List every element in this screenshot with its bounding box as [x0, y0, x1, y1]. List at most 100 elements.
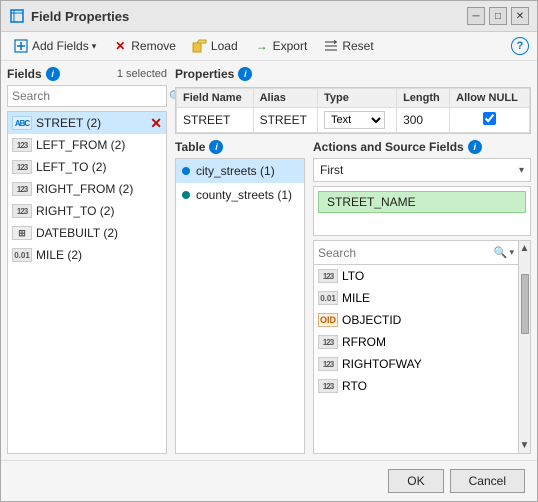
load-label: Load	[211, 39, 238, 53]
source-inner: 🔍 ▾ 123 LTO 0.01 MILE	[314, 241, 518, 453]
table-county-streets: county_streets (1)	[196, 188, 292, 202]
source-search-dropdown[interactable]: ▾	[509, 247, 514, 258]
remove-button[interactable]: ✕ Remove	[108, 36, 180, 56]
export-label: Export	[273, 39, 308, 53]
dropdown-arrow-icon: ▾	[519, 165, 524, 176]
props-alias: STREET	[253, 108, 317, 133]
source-item-rto[interactable]: 123 RTO	[314, 375, 518, 397]
source-name-rto: RTO	[342, 379, 367, 393]
reset-icon	[323, 38, 339, 54]
scrollbar-thumb[interactable]	[521, 274, 529, 334]
table-item-city-streets[interactable]: city_streets (1)	[176, 159, 304, 183]
source-name-mile: MILE	[342, 291, 370, 305]
source-item-mile[interactable]: 0.01 MILE	[314, 287, 518, 309]
field-item-left-to[interactable]: 123 LEFT_TO (2)	[8, 156, 166, 178]
col-alias: Alias	[253, 89, 317, 108]
scrollbar[interactable]: ▲ ▼	[518, 241, 530, 453]
field-name-mile: MILE (2)	[36, 248, 162, 262]
source-type-decimal: 0.01	[318, 291, 338, 305]
ok-button[interactable]: OK	[388, 469, 443, 493]
field-name-right-from: RIGHT_FROM (2)	[36, 182, 162, 196]
source-search-input[interactable]	[318, 246, 492, 260]
field-item-right-from[interactable]: 123 RIGHT_FROM (2)	[8, 178, 166, 200]
field-item-mile[interactable]: 0.01 MILE (2)	[8, 244, 166, 266]
source-name-lto: LTO	[342, 269, 364, 283]
field-type-decimal-icon: 0.01	[12, 248, 32, 262]
fields-search-input[interactable]	[12, 89, 167, 103]
field-name-left-from: LEFT_FROM (2)	[36, 138, 162, 152]
field-remove-street[interactable]: ✕	[150, 115, 162, 132]
selected-badge: 1 selected	[117, 68, 167, 80]
source-item-objectid[interactable]: OID OBJECTID	[314, 309, 518, 331]
source-item-rightofway[interactable]: 123 RIGHTOFWAY	[314, 353, 518, 375]
main-content: Fields i 1 selected 🔍 ▾ ABC STREET (2) ✕	[1, 61, 537, 460]
cancel-button[interactable]: Cancel	[450, 469, 525, 493]
actions-info-icon: i	[468, 140, 482, 154]
source-type-rto: 123	[318, 379, 338, 393]
properties-table-section: Field Name Alias Type Length Allow NULL …	[175, 87, 531, 134]
props-row: STREET STREET Text Integer Float Date	[177, 108, 530, 133]
dialog-icon	[9, 8, 25, 24]
fields-search-box: 🔍 ▾	[7, 85, 167, 107]
actions-panel: Actions and Source Fields i First ▾ STRE…	[313, 140, 531, 454]
table-header: Table i	[175, 140, 305, 154]
add-fields-label: Add Fields	[32, 39, 89, 53]
help-button[interactable]: ?	[511, 37, 529, 55]
dot-teal-icon	[182, 191, 190, 199]
source-field-chip[interactable]: STREET_NAME	[318, 191, 526, 213]
right-panel: Properties i Field Name Alias Type Lengt…	[175, 67, 531, 454]
actions-header: Actions and Source Fields i	[313, 140, 531, 154]
source-name-rightofway: RIGHTOFWAY	[342, 357, 422, 371]
table-list: city_streets (1) county_streets (1)	[175, 158, 305, 454]
props-type: Text Integer Float Date	[318, 108, 397, 133]
source-search-list: 🔍 ▾ 123 LTO 0.01 MILE	[313, 240, 531, 454]
dialog-title: Field Properties	[31, 9, 129, 24]
table-label: Table	[175, 140, 205, 154]
close-button[interactable]: ✕	[511, 7, 529, 25]
reset-button[interactable]: Reset	[319, 36, 377, 56]
source-item-lto[interactable]: 123 LTO	[314, 265, 518, 287]
fields-label: Fields	[7, 67, 42, 81]
remove-icon: ✕	[112, 38, 128, 54]
field-item-left-from[interactable]: 123 LEFT_FROM (2)	[8, 134, 166, 156]
props-allow-null	[450, 108, 530, 133]
type-select[interactable]: Text Integer Float Date	[324, 111, 385, 129]
field-type-num-icon-2: 123	[12, 160, 32, 174]
actions-label: Actions and Source Fields	[313, 140, 464, 154]
field-item-street[interactable]: ABC STREET (2) ✕	[8, 112, 166, 134]
source-search-box: 🔍 ▾	[314, 241, 518, 265]
source-search-icon[interactable]: 🔍	[494, 246, 508, 259]
field-item-datebuilt[interactable]: ⊞ DATEBUILT (2)	[8, 222, 166, 244]
load-button[interactable]: Load	[188, 36, 242, 56]
first-dropdown-text: First	[320, 163, 519, 177]
table-info-icon: i	[209, 140, 223, 154]
source-item-rfrom[interactable]: 123 RFROM	[314, 331, 518, 353]
field-type-abc-icon: ABC	[12, 116, 32, 130]
title-bar: Field Properties ─ □ ✕	[1, 1, 537, 32]
remove-label: Remove	[131, 39, 176, 53]
allow-null-checkbox[interactable]	[483, 112, 496, 125]
source-name-rfrom: RFROM	[342, 335, 386, 349]
reset-label: Reset	[342, 39, 373, 53]
source-type-rightofway: 123	[318, 357, 338, 371]
minimize-button[interactable]: ─	[467, 7, 485, 25]
source-type-oid: OID	[318, 313, 338, 327]
add-fields-button[interactable]: Add Fields ▾	[9, 36, 100, 56]
field-item-right-to[interactable]: 123 RIGHT_TO (2)	[8, 200, 166, 222]
source-name-objectid: OBJECTID	[342, 313, 401, 327]
field-type-num-icon-3: 123	[12, 182, 32, 196]
table-item-county-streets[interactable]: county_streets (1)	[176, 183, 304, 207]
first-dropdown[interactable]: First ▾	[313, 158, 531, 182]
col-field-name: Field Name	[177, 89, 254, 108]
export-icon: →	[254, 38, 270, 54]
field-type-grid-icon: ⊞	[12, 226, 32, 240]
source-fields-area: STREET_NAME	[313, 186, 531, 236]
maximize-button[interactable]: □	[489, 7, 507, 25]
properties-header: Properties i	[175, 67, 531, 81]
lower-section: Table i city_streets (1) county_streets …	[175, 140, 531, 454]
field-name-street: STREET (2)	[36, 116, 146, 130]
field-name-right-to: RIGHT_TO (2)	[36, 204, 162, 218]
source-type-rfrom: 123	[318, 335, 338, 349]
export-button[interactable]: → Export	[250, 36, 312, 56]
col-allow-null: Allow NULL	[450, 89, 530, 108]
